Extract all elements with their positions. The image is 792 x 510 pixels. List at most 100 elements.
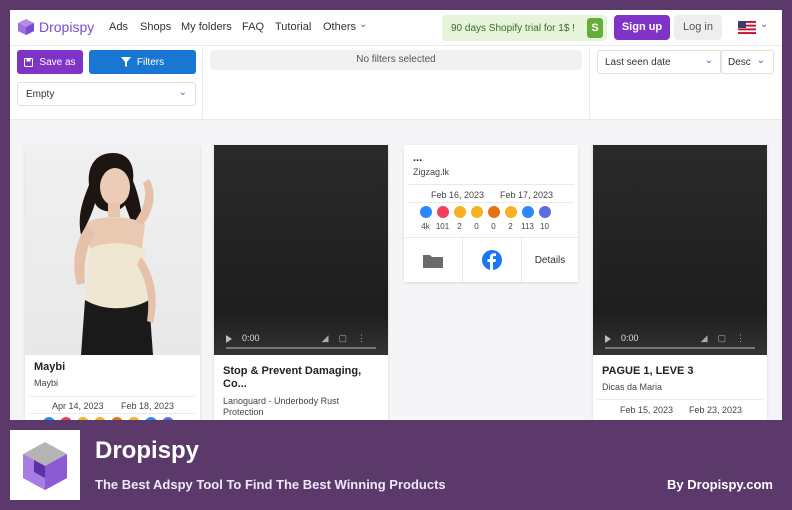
details-button[interactable]: Details — [522, 238, 578, 282]
save-as-button[interactable]: Save as — [17, 50, 83, 74]
filter-funnel-icon — [120, 57, 131, 67]
divider — [589, 46, 590, 120]
logo[interactable]: Dropispy — [17, 18, 94, 36]
care-icon — [470, 206, 483, 218]
video-time: 0:00 — [242, 333, 260, 343]
top-nav: Dropispy Ads Shops My folders FAQ Tutori… — [10, 10, 782, 46]
wow-icon — [504, 206, 517, 218]
filters-label: Filters — [136, 56, 165, 68]
volume-fullscreen-more-icons[interactable]: ◢▢⋮ — [701, 333, 755, 344]
ad-video[interactable]: 0:00 ◢▢⋮ — [593, 145, 767, 355]
reaction-count: 2 — [508, 222, 513, 231]
reaction-comment: 10 — [537, 206, 552, 231]
nav-my-folders[interactable]: My folders — [181, 21, 232, 33]
logo-text: Dropispy — [39, 19, 95, 35]
signup-button[interactable]: Sign up — [614, 15, 670, 40]
love-icon — [436, 206, 449, 218]
haha-icon — [453, 206, 466, 218]
app-window: Dropispy Ads Shops My folders FAQ Tutori… — [10, 10, 782, 420]
ad-end-date: Feb 17, 2023 — [500, 190, 554, 200]
ad-page-name: Maybi — [34, 378, 59, 388]
chevron-down-icon: ⌄ — [178, 87, 187, 98]
banner-subtitle: The Best Adspy Tool To Find The Best Win… — [95, 477, 446, 492]
banner-title: Dropispy — [95, 437, 200, 464]
us-flag-icon[interactable] — [738, 21, 756, 34]
like-icon — [419, 206, 432, 218]
reaction-haha: 2 — [452, 206, 467, 231]
nav-faq[interactable]: FAQ — [242, 21, 264, 33]
play-icon[interactable] — [226, 335, 232, 343]
chevron-down-icon: ⌄ — [756, 55, 765, 66]
facebook-link-button[interactable] — [463, 238, 521, 282]
video-progress-bar[interactable] — [226, 347, 376, 349]
nav-ads[interactable]: Ads — [109, 21, 128, 33]
reaction-count: 10 — [540, 222, 549, 231]
video-time: 0:00 — [621, 333, 639, 343]
divider — [202, 46, 203, 120]
divider — [408, 184, 574, 185]
dropispy-logo-icon — [18, 19, 34, 35]
ad-card[interactable]: 0:00 ◢▢⋮ PAGUE 1, LEVE 3 Dicas da Maria … — [593, 145, 767, 420]
ad-image[interactable] — [25, 145, 200, 355]
nav-others[interactable]: Others — [323, 21, 356, 33]
reaction-count: 4k — [421, 222, 430, 231]
reaction-count: 101 — [435, 222, 450, 231]
facebook-icon — [482, 250, 502, 270]
ad-title: PAGUE 1, LEVE 3 — [602, 365, 694, 377]
video-progress-bar[interactable] — [605, 347, 755, 349]
ad-card[interactable]: ... Zigzag.lk Feb 16, 2023 Feb 17, 2023 … — [404, 145, 578, 282]
sort-direction-value: Desc — [728, 57, 751, 68]
divider — [29, 413, 195, 414]
login-button[interactable]: Log in — [674, 15, 722, 40]
card-actions: Details — [404, 237, 578, 282]
ad-title: Maybi — [34, 361, 66, 373]
reaction-share: 113 — [520, 206, 535, 231]
sort-by-select[interactable]: Last seen date ⌄ — [597, 50, 722, 74]
volume-fullscreen-more-icons[interactable]: ◢▢⋮ — [322, 333, 376, 344]
model-photo — [74, 153, 156, 355]
ad-start-date: Feb 15, 2023 — [620, 405, 674, 415]
nav-tutorial[interactable]: Tutorial — [275, 21, 311, 33]
ad-end-date: Feb 18, 2023 — [121, 401, 175, 411]
play-icon[interactable] — [605, 335, 611, 343]
angry-icon — [487, 206, 500, 218]
ad-video[interactable]: 0:00 ◢▢⋮ — [214, 145, 388, 355]
banner-byline: By Dropispy.com — [667, 477, 773, 492]
folder-select[interactable]: Empty ⌄ — [17, 82, 196, 106]
filters-button[interactable]: Filters — [89, 50, 196, 74]
comment-icon — [538, 206, 551, 218]
reaction-like: 4k — [418, 206, 433, 231]
dropispy-cube-icon — [23, 442, 67, 490]
ad-page-name: Lanoguard - Underbody Rust Protection — [223, 396, 340, 417]
filter-bar: Save as Filters Empty ⌄ No filters selec… — [10, 46, 782, 120]
save-icon — [24, 57, 34, 67]
ad-page-name: Dicas da Maria — [602, 382, 663, 392]
video-controls[interactable]: 0:00 ◢▢⋮ — [214, 327, 388, 355]
ad-card[interactable]: Maybi Maybi Apr 14, 2023 Feb 18, 2023 — [25, 145, 200, 420]
ad-start-date: Apr 14, 2023 — [52, 401, 104, 411]
reaction-count: 0 — [474, 222, 479, 231]
sort-direction-select[interactable]: Desc ⌄ — [720, 50, 774, 74]
reaction-count: 113 — [521, 222, 534, 231]
nav-shops[interactable]: Shops — [140, 21, 171, 33]
shopify-bag-icon: S — [587, 18, 603, 38]
ad-card[interactable]: 0:00 ◢▢⋮ Stop & Prevent Damaging, Co... … — [214, 145, 388, 420]
shopify-promo[interactable]: 90 days Shopify trial for 1$ ! S — [442, 15, 607, 41]
share-icon — [521, 206, 534, 218]
save-to-folder-button[interactable] — [404, 238, 462, 282]
video-controls[interactable]: 0:00 ◢▢⋮ — [593, 327, 767, 355]
sort-by-value: Last seen date — [605, 57, 671, 68]
banner-logo — [10, 430, 80, 500]
folder-icon — [423, 254, 443, 268]
promo-text: 90 days Shopify trial for 1$ ! — [451, 22, 575, 34]
ad-end-date: Feb 23, 2023 — [689, 405, 743, 415]
language-chevron-icon[interactable]: ⌄ — [760, 19, 768, 30]
chevron-down-icon: ⌄ — [704, 55, 713, 66]
chevron-down-icon[interactable]: ⌄ — [359, 19, 367, 30]
promo-banner: Dropispy The Best Adspy Tool To Find The… — [0, 420, 792, 510]
reaction-care: 0 — [469, 206, 484, 231]
reaction-angry: 0 — [486, 206, 501, 231]
reaction-love: 101 — [435, 206, 450, 231]
reaction-count: 2 — [457, 222, 462, 231]
ad-page-name: Zigzag.lk — [413, 167, 450, 177]
